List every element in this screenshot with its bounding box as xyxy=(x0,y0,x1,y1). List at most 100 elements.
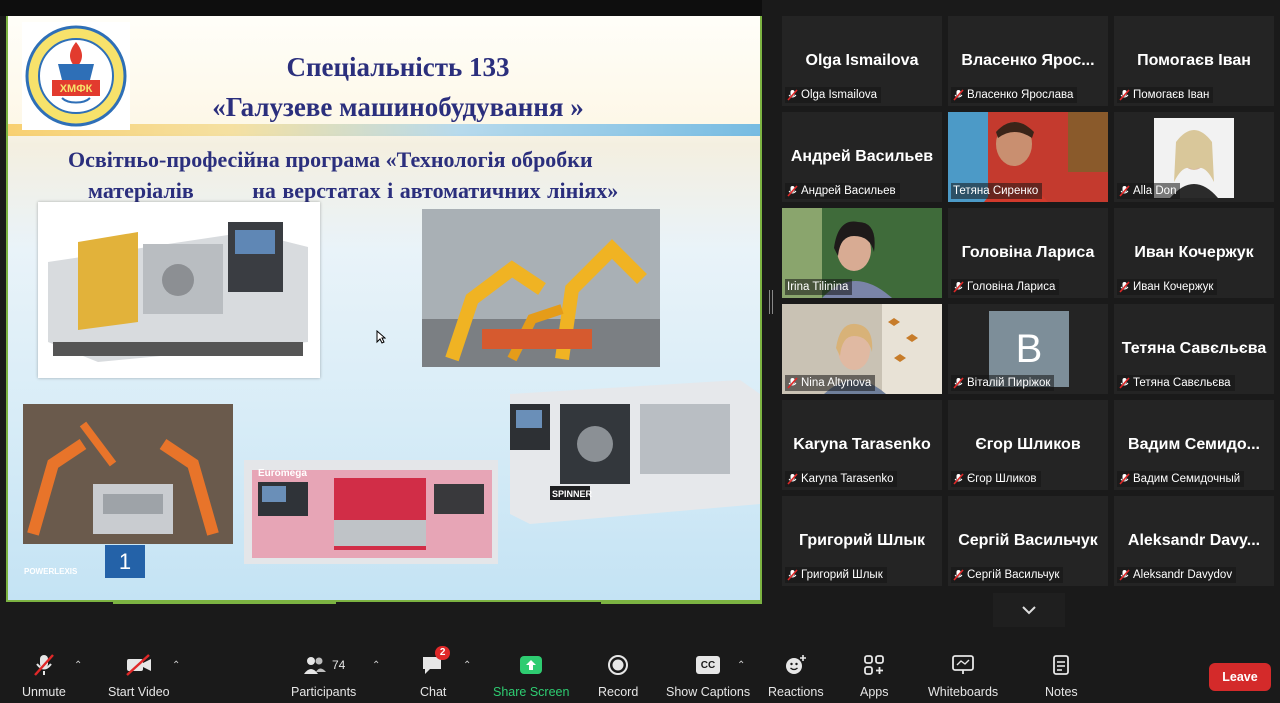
participants-icon xyxy=(303,657,326,674)
participant-tile[interactable]: Nina Altynova xyxy=(782,304,942,394)
notes-button[interactable]: Notes xyxy=(1045,652,1078,700)
participant-name-label: Вадим Семидочный xyxy=(1117,471,1245,487)
participant-name-label: Григорий Шлык xyxy=(785,567,887,583)
chat-options-caret[interactable]: ⌃ xyxy=(463,660,471,671)
spinner-brand-text: SPINNER xyxy=(552,489,593,499)
participant-name-label: Иван Кочержук xyxy=(1117,279,1218,295)
muted-mic-icon xyxy=(953,281,964,293)
muted-mic-icon xyxy=(787,377,798,389)
chat-icon-wrap: 2 xyxy=(421,646,451,678)
participant-label-text: Григорий Шлык xyxy=(801,569,883,581)
avatar-letter: В xyxy=(1015,326,1043,371)
captions-options-caret[interactable]: ⌃ xyxy=(737,660,745,671)
participant-tile[interactable]: Головіна Лариса Головіна Лариса xyxy=(948,208,1108,298)
slide-title-line1: Спеціальність 133 xyxy=(286,52,510,82)
participant-display-name: Тетяна Савєльєва xyxy=(1121,340,1267,357)
muted-mic-icon xyxy=(1119,569,1130,581)
share-screen-icon xyxy=(518,652,544,678)
shared-screen-area: ХМФК Спеціальність 133 «Галузеве машиноб… xyxy=(0,0,772,608)
participant-tile[interactable]: Власенко Ярос... Власенко Ярослава xyxy=(948,16,1108,106)
participant-name-label: Nina Altynova xyxy=(785,375,876,391)
participant-tile[interactable]: Помогаєв Іван Помогаєв Іван xyxy=(1114,16,1274,106)
chat-label: Chat xyxy=(420,685,447,699)
share-screen-button[interactable]: Share Screen xyxy=(493,652,569,700)
muted-mic-icon xyxy=(1119,473,1130,485)
participant-tile[interactable]: Тетяна Савєльєва Тетяна Савєльєва xyxy=(1114,304,1274,394)
share-scrollbar-right[interactable] xyxy=(601,601,762,604)
participant-label-text: Помогаєв Іван xyxy=(1133,89,1210,101)
participants-options-caret[interactable]: ⌃ xyxy=(372,660,380,671)
reactions-button[interactable]: Reactions xyxy=(768,652,824,700)
participant-label-text: Головіна Лариса xyxy=(967,281,1056,293)
participant-display-name: Karyna Tarasenko xyxy=(793,436,931,453)
muted-mic-icon xyxy=(787,569,798,581)
muted-mic-icon xyxy=(953,377,964,389)
reactions-label: Reactions xyxy=(768,685,824,699)
participant-tile[interactable]: Иван Кочержук Иван Кочержук xyxy=(1114,208,1274,298)
muted-mic-icon xyxy=(1119,377,1130,389)
participant-label-text: Тетяна Савєльєва xyxy=(1133,377,1231,389)
share-scrollbar-left[interactable] xyxy=(113,601,336,604)
spinner-machine-image: SPINNER xyxy=(490,374,760,532)
participant-label-text: Тетяна Сиренко xyxy=(953,185,1039,197)
muted-mic-icon xyxy=(1119,281,1130,293)
panel-splitter-handle[interactable] xyxy=(769,290,773,314)
whiteboards-button[interactable]: Whiteboards xyxy=(928,652,998,700)
record-icon xyxy=(607,652,629,678)
chat-button[interactable]: 2 Chat xyxy=(420,646,451,700)
participant-tile[interactable]: Karyna Tarasenko Karyna Tarasenko xyxy=(782,400,942,490)
participant-name-label: Сергій Васильчук xyxy=(951,567,1064,583)
record-label: Record xyxy=(598,685,639,699)
participant-tile[interactable]: Григорий Шлык Григорий Шлык xyxy=(782,496,942,586)
video-off-icon xyxy=(125,652,153,678)
leave-meeting-button[interactable]: Leave xyxy=(1209,663,1271,691)
muted-mic-icon xyxy=(953,569,964,581)
apps-button[interactable]: Apps xyxy=(860,652,889,700)
muted-mic-icon xyxy=(787,473,798,485)
participant-tile[interactable]: Olga Ismailova Olga Ismailova xyxy=(782,16,942,106)
unmute-button[interactable]: Unmute xyxy=(22,652,66,700)
participant-display-name: Иван Кочержук xyxy=(1134,244,1254,261)
participant-tile[interactable]: Андрей Васильев Андрей Васильев xyxy=(782,112,942,202)
participant-name-label: Власенко Ярослава xyxy=(951,87,1078,103)
participant-display-name: Сергій Васильчук xyxy=(958,532,1098,549)
participant-tile[interactable]: Alla Don xyxy=(1114,112,1274,202)
participant-label-text: Вадим Семидочный xyxy=(1133,473,1241,485)
participant-tile[interactable]: Єгор Шликов Єгор Шликов xyxy=(948,400,1108,490)
participant-name-label: Irina Tilinina xyxy=(785,279,853,295)
chat-unread-badge: 2 xyxy=(435,646,451,660)
participants-button[interactable]: 74 Participants xyxy=(291,652,356,700)
participant-name-label: Тетяна Сиренко xyxy=(951,183,1043,199)
whiteboard-icon xyxy=(951,652,975,678)
start-video-label: Start Video xyxy=(108,685,170,699)
audio-options-caret[interactable]: ⌃ xyxy=(74,660,82,671)
closed-captions-icon: CC xyxy=(696,656,721,674)
participant-tile[interactable]: Aleksandr Davy... Aleksandr Davydov xyxy=(1114,496,1274,586)
start-video-button[interactable]: Start Video xyxy=(108,652,170,700)
cc-text: CC xyxy=(700,659,716,671)
presentation-slide: ХМФК Спеціальність 133 «Галузеве машиноб… xyxy=(6,16,762,602)
show-captions-label: Show Captions xyxy=(666,685,751,699)
participant-name-label: Alla Don xyxy=(1117,183,1181,199)
share-top-bar xyxy=(0,0,762,16)
participant-name-label: Aleksandr Davydov xyxy=(1117,567,1237,583)
participant-tile[interactable]: В Віталій Пиріжок xyxy=(948,304,1108,394)
participant-display-name: Григорий Шлык xyxy=(798,532,926,549)
participant-display-name: Вадим Семидо... xyxy=(1128,436,1260,453)
participant-display-name: Єгор Шликов xyxy=(975,436,1081,453)
participant-tile-active-speaker[interactable]: Тетяна Сиренко xyxy=(948,112,1108,202)
participant-display-name: Власенко Ярос... xyxy=(961,52,1095,69)
gallery-next-page-button[interactable] xyxy=(993,593,1065,627)
participant-tile[interactable]: Сергій Васильчук Сергій Васильчук xyxy=(948,496,1108,586)
participant-name-label: Андрей Васильев xyxy=(785,183,900,199)
participant-tile[interactable]: Irina Tilinina xyxy=(782,208,942,298)
participant-label-text: Иван Кочержук xyxy=(1133,281,1214,293)
participants-icon-wrap: 74 xyxy=(302,652,345,678)
participant-tile[interactable]: Вадим Семидо... Вадим Семидочный xyxy=(1114,400,1274,490)
robot-arms-image xyxy=(422,209,660,367)
participants-count: 74 xyxy=(331,658,346,672)
unmute-label: Unmute xyxy=(22,685,66,699)
video-options-caret[interactable]: ⌃ xyxy=(172,660,180,671)
euromega-lathe-image: Euromega xyxy=(244,460,498,564)
record-button[interactable]: Record xyxy=(598,652,638,700)
